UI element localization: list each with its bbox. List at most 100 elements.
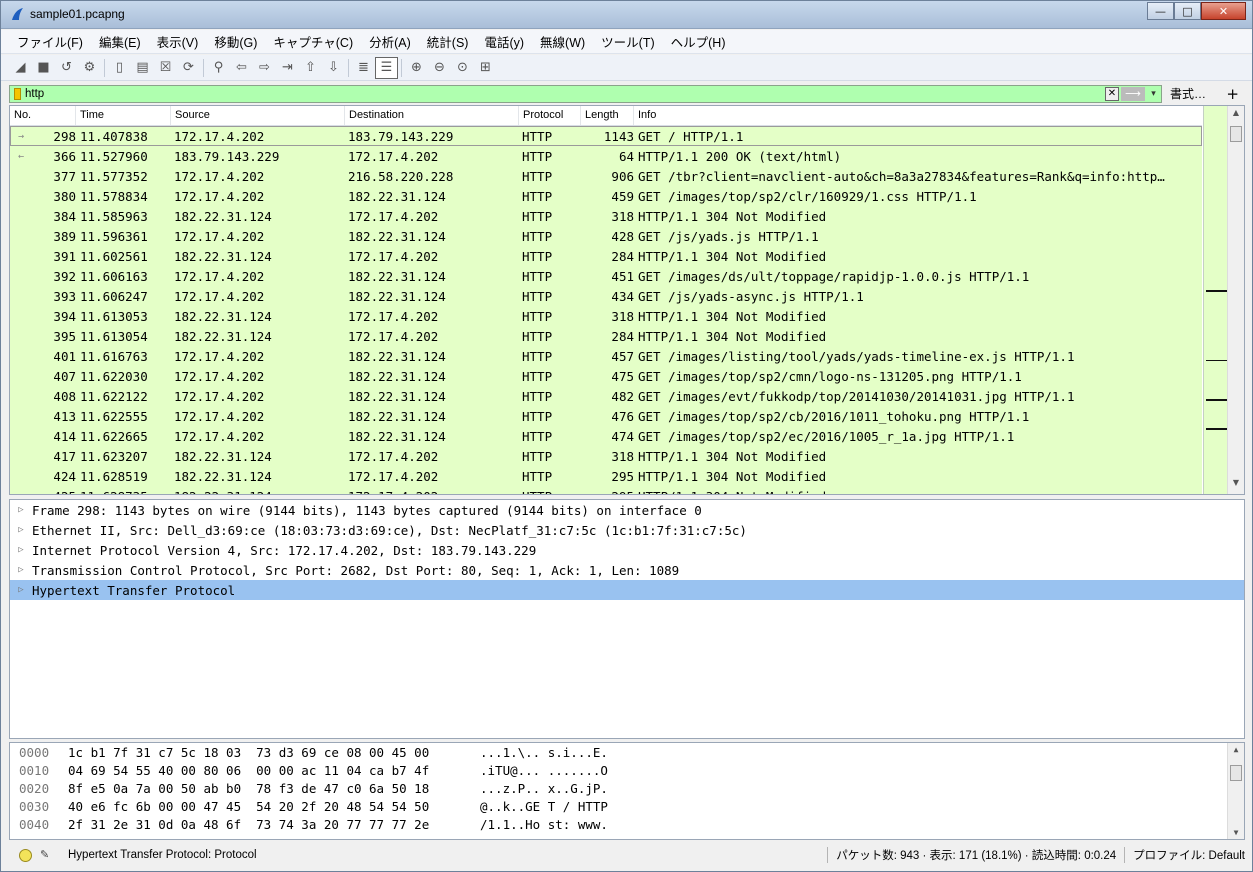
scroll-up-icon[interactable]: ▲ (1228, 108, 1244, 122)
table-row[interactable]: 407 11.622030 172.17.4.202 182.22.31.124 HTT… (10, 366, 1202, 386)
menu-help[interactable]: ヘルプ(H) (663, 32, 734, 51)
expression-button[interactable]: 書式… (1170, 85, 1206, 102)
table-row[interactable]: 413 11.622555 172.17.4.202 182.22.31.124 HTT… (10, 406, 1202, 426)
bytes-off[interactable]: 0010 (10, 763, 68, 778)
filter-text[interactable]: http (25, 88, 44, 100)
table-row[interactable]: 393 11.606247 172.17.4.202 182.22.31.124 HTT… (10, 286, 1202, 306)
table-row[interactable]: 380 11.578834 172.17.4.202 182.22.31.124 HTT… (10, 186, 1202, 206)
scroll-thumb[interactable] (1230, 765, 1242, 781)
normal-size-icon[interactable]: ⊙ (451, 57, 474, 79)
table-row[interactable]: 401 11.616763 172.17.4.202 182.22.31.124 HTT… (10, 346, 1202, 366)
expand-arrow-icon[interactable]: ▷ (10, 565, 32, 575)
scroll-down-icon[interactable]: ▼ (1228, 828, 1244, 837)
menu-telephony[interactable]: 電話(y) (476, 32, 532, 51)
table-row[interactable]: 391 11.602561 182.22.31.124 172.17.4.202 HTT… (10, 246, 1202, 266)
open-file-icon[interactable]: ▯ (108, 57, 131, 79)
bytes-hex[interactable]: 8f e5 0a 7a 00 50 ab b0 78 f3 de 47 c0 6… (68, 781, 480, 796)
bytes-hex[interactable]: 1c b1 7f 31 c7 5c 18 03 73 d3 69 ce 08 0… (68, 745, 480, 760)
bytes-hex[interactable]: 40 e6 fc 6b 00 00 47 45 54 20 2f 20 48 5… (68, 799, 480, 814)
display-filter-input[interactable]: http ✕ ⟶ ▾ (9, 84, 1162, 103)
menu-go[interactable]: 移動(G) (206, 32, 265, 51)
expand-arrow-icon[interactable]: ▷ (10, 525, 32, 535)
table-row[interactable]: 377 11.577352 172.17.4.202 216.58.220.228 HT… (10, 166, 1202, 186)
go-back-icon[interactable]: ⇦ (230, 57, 253, 79)
scroll-up-icon[interactable]: ▲ (1228, 745, 1244, 754)
column-time[interactable]: Time (76, 106, 171, 125)
zoom-out-icon[interactable]: ⊖ (428, 57, 451, 79)
bytes-off[interactable]: 0030 (10, 799, 68, 814)
column-destination[interactable]: Destination (345, 106, 519, 125)
detail-tree-item[interactable]: ▷ Transmission Control Protocol, Src Port… (10, 560, 1244, 580)
bytes-ascii[interactable]: ...1.\.. s.i...E. (480, 745, 608, 760)
packet-bytes[interactable]: 0000 1c b1 7f 31 c7 5c 18 03 73 d3 69 ce … (9, 742, 1245, 840)
menu-file[interactable]: ファイル(F) (9, 32, 91, 51)
menu-analyze[interactable]: 分析(A) (361, 32, 419, 51)
detail-tree-item[interactable]: ▷ Hypertext Transfer Protocol (10, 580, 1244, 600)
expand-arrow-icon[interactable]: ▷ (10, 505, 32, 515)
bytes-off[interactable]: 0020 (10, 781, 68, 796)
menu-tools[interactable]: ツール(T) (593, 32, 662, 51)
table-row[interactable]: 395 11.613054 182.22.31.124 172.17.4.202 HTT… (10, 326, 1202, 346)
title-bar[interactable]: sample01.pcapng — □ ✕ (1, 1, 1252, 29)
bytes-ascii[interactable]: /1.1..Ho st: www. (480, 817, 608, 832)
table-row[interactable]: 384 11.585963 182.22.31.124 172.17.4.202 HTT… (10, 206, 1202, 226)
bytes-hex[interactable]: 2f 31 2e 31 0d 0a 48 6f 73 74 3a 20 77 7… (68, 817, 480, 832)
bytes-ascii[interactable]: .iTU@... .......O (480, 763, 608, 778)
filter-dropdown-icon[interactable]: ▾ (1147, 87, 1160, 101)
status-profile[interactable]: プロファイル: Default (1133, 847, 1245, 863)
table-row[interactable]: 417 11.623207 182.22.31.124 172.17.4.202 HTT… (10, 446, 1202, 466)
maximize-button[interactable]: □ (1174, 2, 1201, 20)
auto-scroll-icon[interactable]: ≣ (352, 57, 375, 79)
capture-comment-icon[interactable]: ✎ (40, 848, 56, 862)
menu-statistics[interactable]: 統計(S) (419, 32, 477, 51)
scroll-down-icon[interactable]: ▼ (1228, 478, 1244, 492)
menu-edit[interactable]: 編集(E) (91, 32, 149, 51)
bytes-off[interactable]: 0040 (10, 817, 68, 832)
bytes-ascii[interactable]: ...z.P.. x..G.jP. (480, 781, 608, 796)
minimize-button[interactable]: — (1147, 2, 1174, 20)
table-row[interactable]: 408 11.622122 172.17.4.202 182.22.31.124 HTT… (10, 386, 1202, 406)
column-protocol[interactable]: Protocol (519, 106, 581, 125)
detail-tree-item[interactable]: ▷ Internet Protocol Version 4, Src: 172.1… (10, 540, 1244, 560)
table-row[interactable]: → 298 11.407838 172.17.4.202 183.79.143.229 H… (10, 126, 1202, 146)
restart-capture-icon[interactable]: ↺ (55, 57, 78, 79)
menu-view[interactable]: 表示(V) (149, 32, 207, 51)
menu-wireless[interactable]: 無線(W) (532, 32, 593, 51)
column-info[interactable]: Info (634, 106, 1202, 125)
go-forward-icon[interactable]: ⇨ (253, 57, 276, 79)
scroll-thumb[interactable] (1230, 126, 1242, 142)
apply-filter-icon[interactable]: ⟶ (1121, 86, 1145, 101)
detail-tree-item[interactable]: ▷ Ethernet II, Src: Dell_d3:69:ce (18:03:… (10, 520, 1244, 540)
expert-info-icon[interactable] (19, 848, 32, 862)
save-file-icon[interactable]: ▤ (131, 57, 154, 79)
table-row[interactable]: 394 11.613053 182.22.31.124 172.17.4.202 HTT… (10, 306, 1202, 326)
table-row[interactable]: ← 366 11.527960 183.79.143.229 172.17.4.202 H… (10, 146, 1202, 166)
expand-arrow-icon[interactable]: ▷ (10, 545, 32, 555)
close-file-icon[interactable]: ☒ (154, 57, 177, 79)
stop-capture-icon[interactable]: ■ (32, 57, 55, 79)
packet-list[interactable]: No. Time Source Destination Protocol Len… (9, 105, 1245, 495)
table-row[interactable]: 424 11.628519 182.22.31.124 172.17.4.202 HTT… (10, 466, 1202, 486)
table-row[interactable]: 392 11.606163 172.17.4.202 182.22.31.124 HTT… (10, 266, 1202, 286)
packet-minimap[interactable] (1203, 106, 1228, 494)
menu-capture[interactable]: キャプチャ(C) (265, 32, 361, 51)
expand-arrow-icon[interactable]: ▷ (10, 585, 32, 595)
packet-details[interactable]: ▷ Frame 298: 1143 bytes on wire (9144 bit… (9, 499, 1245, 739)
bytes-scrollbar[interactable]: ▲ ▼ (1227, 743, 1244, 839)
shark-fin-start-icon[interactable]: ◢ (9, 57, 32, 79)
table-row[interactable]: 414 11.622665 172.17.4.202 182.22.31.124 HTT… (10, 426, 1202, 446)
clear-filter-icon[interactable]: ✕ (1105, 86, 1119, 101)
table-row[interactable]: 42511.628735182.22.31.124172.17.4.202HTT… (10, 486, 1202, 494)
go-to-packet-icon[interactable]: ⇥ (276, 57, 299, 79)
capture-options-icon[interactable]: ⚙ (78, 57, 101, 79)
packet-list-scrollbar[interactable]: ▲ ▼ (1227, 106, 1244, 494)
column-source[interactable]: Source (171, 106, 345, 125)
go-last-icon[interactable]: ⇩ (322, 57, 345, 79)
filter-bookmark-icon[interactable] (14, 87, 21, 100)
add-filter-button[interactable]: + (1226, 85, 1245, 103)
column-length[interactable]: Length (581, 106, 634, 125)
bytes-ascii[interactable]: @..k..GE T / HTTP (480, 799, 608, 814)
bytes-hex[interactable]: 04 69 54 55 40 00 80 06 00 00 ac 11 04 c… (68, 763, 480, 778)
reload-file-icon[interactable]: ⟳ (177, 57, 200, 79)
go-first-icon[interactable]: ⇧ (299, 57, 322, 79)
